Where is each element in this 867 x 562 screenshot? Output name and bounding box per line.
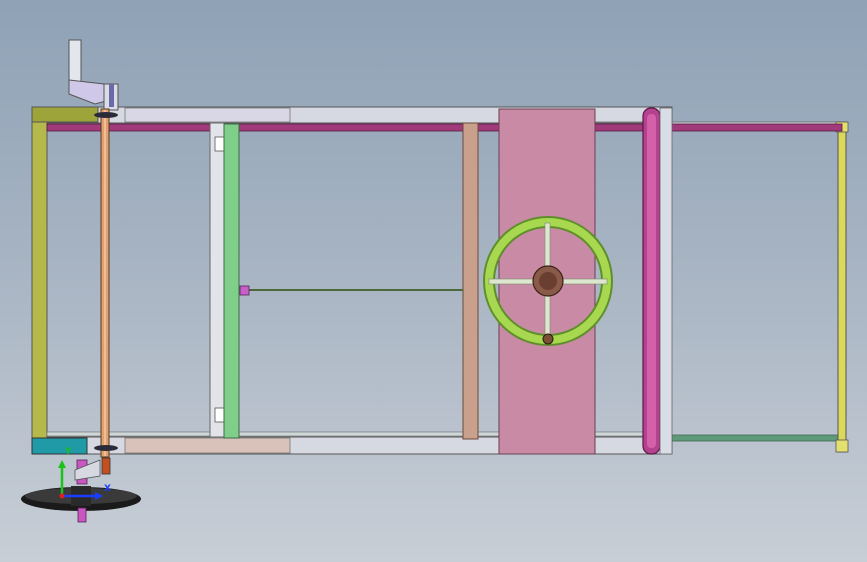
extension-rod-bottom[interactable] <box>671 434 843 442</box>
assembly-drawing <box>21 39 849 523</box>
end-plate-right[interactable] <box>835 121 849 453</box>
magenta-rod-top[interactable] <box>46 123 843 132</box>
bottom-left-teal-block[interactable] <box>31 437 88 455</box>
axis-z-dot <box>59 493 65 499</box>
axis-x-label: X <box>104 484 111 494</box>
caster-wheel[interactable] <box>21 459 141 523</box>
left-olive-bar[interactable] <box>31 121 48 439</box>
tan-crossbar[interactable] <box>462 122 479 440</box>
screw-collar-bottom <box>94 445 118 451</box>
top-left-olive-block[interactable] <box>31 106 99 123</box>
center-tie-rod[interactable] <box>239 285 463 296</box>
magenta-hoop[interactable] <box>642 107 673 455</box>
cad-viewport[interactable]: Y X <box>0 0 867 562</box>
lead-screw[interactable] <box>94 108 118 475</box>
crank-handle[interactable] <box>68 39 119 111</box>
handwheel[interactable] <box>483 216 613 346</box>
screw-collar-top <box>94 112 118 118</box>
green-crossbar[interactable] <box>223 123 240 439</box>
handwheel-knob <box>542 333 554 345</box>
axis-y-label: Y <box>65 447 72 457</box>
frame-post-light[interactable] <box>209 122 225 438</box>
